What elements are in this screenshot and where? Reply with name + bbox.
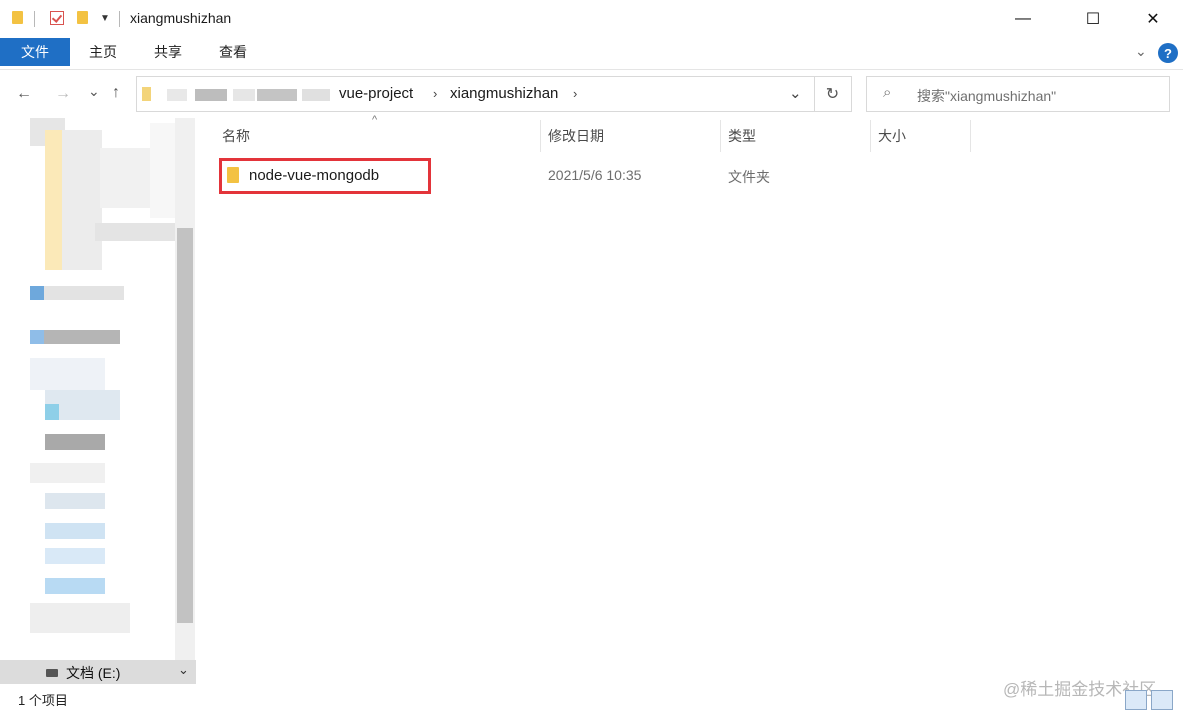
blurred-path xyxy=(233,89,255,101)
highlight-box xyxy=(219,158,431,194)
minimize-button[interactable]: — xyxy=(1000,0,1046,38)
blurred-item xyxy=(45,493,105,509)
sort-ascending-icon: ^ xyxy=(372,114,378,126)
customize-toolbar-icon[interactable]: ▼ xyxy=(100,13,110,24)
details-view-icon[interactable] xyxy=(1125,690,1147,710)
folder-icon xyxy=(142,87,151,101)
blurred-item xyxy=(45,130,63,270)
breadcrumb-vue-project[interactable]: vue-project xyxy=(339,85,413,102)
blurred-item xyxy=(44,286,124,300)
blurred-item xyxy=(44,330,120,344)
folder-icon xyxy=(12,11,23,24)
up-button[interactable]: ↑ xyxy=(112,84,120,102)
blurred-item xyxy=(45,578,105,594)
tab-share[interactable]: 共享 xyxy=(145,38,191,66)
blurred-item xyxy=(45,523,105,539)
refresh-button[interactable]: ↻ xyxy=(814,76,852,112)
blurred-item xyxy=(30,463,105,483)
status-item-count: 1 个项目 xyxy=(18,693,68,708)
blurred-item xyxy=(45,404,59,420)
maximize-button[interactable]: ☐ xyxy=(1070,0,1116,38)
column-divider[interactable] xyxy=(540,120,541,152)
large-icons-view-icon[interactable] xyxy=(1151,690,1173,710)
blurred-item xyxy=(45,548,105,564)
search-placeholder: 搜索"xiangmushizhan" xyxy=(917,88,1057,104)
blurred-path xyxy=(195,89,227,101)
blurred-item xyxy=(45,434,105,450)
blurred-item xyxy=(30,358,105,390)
column-divider[interactable] xyxy=(970,120,971,152)
chevron-down-icon[interactable]: ⌄ xyxy=(178,662,189,678)
blurred-item xyxy=(95,223,180,241)
column-header-type[interactable]: 类型 xyxy=(728,118,756,154)
title-bar: ▼ xiangmushizhan — ☐ ✕ xyxy=(0,0,1183,38)
sidebar-item-drive[interactable]: 文档 (E:) ⌄ xyxy=(0,660,196,684)
address-bar[interactable]: vue-project › xiangmushizhan › ⌄ xyxy=(136,76,815,112)
search-icon: ⌕ xyxy=(883,84,892,101)
close-button[interactable]: ✕ xyxy=(1130,0,1176,38)
forward-button[interactable]: → xyxy=(55,85,71,103)
column-divider[interactable] xyxy=(720,120,721,152)
blurred-path xyxy=(167,89,187,101)
file-date: 2021/5/6 10:35 xyxy=(548,167,642,183)
window-title: xiangmushizhan xyxy=(130,10,232,26)
blurred-item xyxy=(30,330,44,344)
chevron-right-icon[interactable]: › xyxy=(433,86,437,101)
refresh-icon: ↻ xyxy=(825,86,840,103)
blurred-path xyxy=(257,89,297,101)
blurred-item xyxy=(30,286,44,300)
divider xyxy=(119,11,120,27)
file-type: 文件夹 xyxy=(728,169,770,185)
column-header-name[interactable]: 名称 xyxy=(222,118,250,154)
recent-locations-button[interactable]: ⌄ xyxy=(88,83,100,100)
tab-view[interactable]: 查看 xyxy=(210,38,256,66)
blurred-item xyxy=(62,130,102,270)
ribbon-tabs: 文件 主页 共享 查看 ⌄ ? xyxy=(0,38,1183,70)
column-divider[interactable] xyxy=(870,120,871,152)
chevron-down-icon[interactable]: ⌄ xyxy=(789,84,802,102)
column-header-date[interactable]: 修改日期 xyxy=(548,118,604,154)
divider xyxy=(34,11,35,27)
tab-home[interactable]: 主页 xyxy=(80,38,126,66)
expand-ribbon-icon[interactable]: ⌄ xyxy=(1135,43,1147,60)
navigation-pane[interactable] xyxy=(0,118,196,684)
chevron-right-icon[interactable]: › xyxy=(573,86,577,101)
search-input[interactable]: ⌕ 搜索"xiangmushizhan" xyxy=(866,76,1170,112)
new-folder-icon[interactable] xyxy=(77,11,88,24)
help-icon[interactable]: ? xyxy=(1158,43,1178,63)
breadcrumb-xiangmushizhan[interactable]: xiangmushizhan xyxy=(450,85,558,102)
sidebar-item-label: 文档 (E:) xyxy=(66,665,121,681)
column-header-size[interactable]: 大小 xyxy=(878,118,906,154)
blurred-item xyxy=(30,603,130,633)
blurred-path xyxy=(302,89,330,101)
drive-icon xyxy=(46,669,58,677)
blurred-item xyxy=(100,148,150,208)
back-button[interactable]: ← xyxy=(16,85,32,103)
properties-icon[interactable] xyxy=(50,11,64,25)
tab-file[interactable]: 文件 xyxy=(0,38,70,66)
sidebar-scrollbar-thumb[interactable] xyxy=(177,228,193,623)
